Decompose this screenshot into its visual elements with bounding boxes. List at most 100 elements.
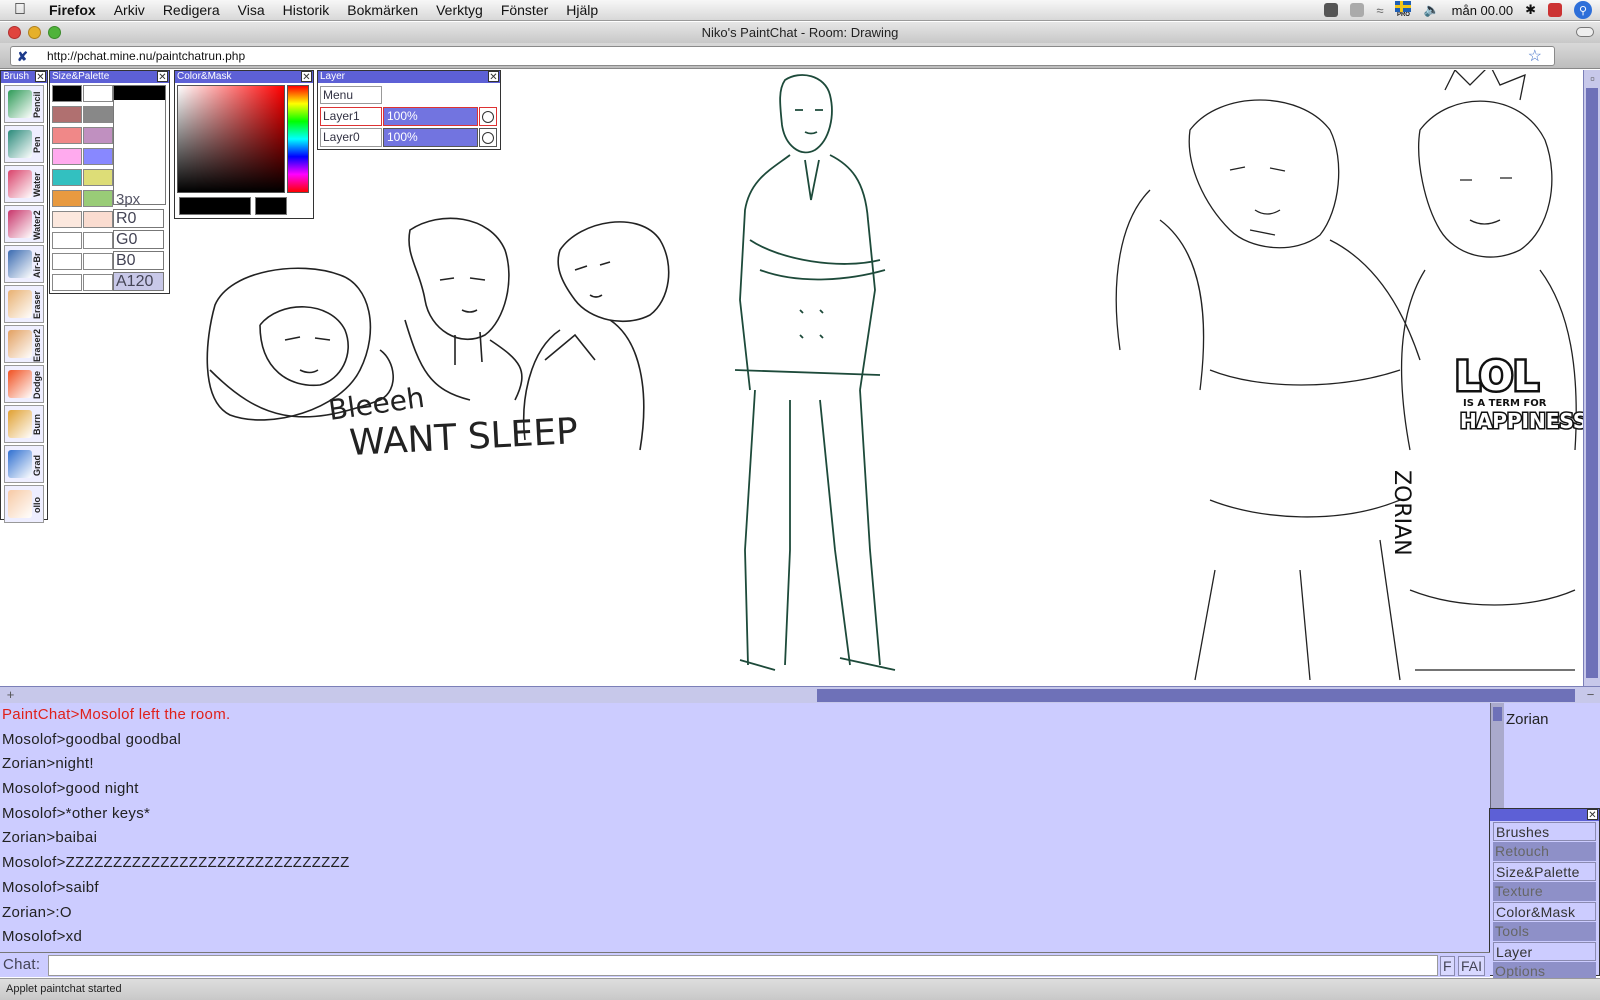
window-toggle-texture[interactable]: Texture xyxy=(1493,882,1596,901)
monitor-icon[interactable] xyxy=(1350,3,1365,17)
brush-air-br[interactable]: Air-Br xyxy=(4,245,44,283)
green-value-field[interactable]: G0 xyxy=(113,230,164,249)
spotlight-search-icon[interactable]: ⚲ xyxy=(1574,1,1592,19)
window-toggle-tools[interactable]: Tools xyxy=(1493,922,1596,941)
layer-visibility-toggle-layer0[interactable] xyxy=(479,128,497,147)
layer-name-layer0[interactable]: Layer0 xyxy=(320,128,382,147)
window-toggle-color-mask[interactable]: Color&Mask xyxy=(1493,902,1596,921)
brush-pencil[interactable]: Pencil xyxy=(4,85,44,123)
toolbar-toggle-button[interactable] xyxy=(1576,27,1594,37)
brush-size-preview[interactable] xyxy=(113,85,166,205)
palette-swatch[interactable] xyxy=(52,232,82,249)
brush-eraser2[interactable]: Eraser2 xyxy=(4,325,44,363)
palette-swatch[interactable] xyxy=(83,211,113,228)
zoom-window-button[interactable] xyxy=(48,26,61,39)
user-list-item[interactable]: Zorian xyxy=(1506,711,1549,728)
chat-f-button[interactable]: F xyxy=(1440,956,1455,976)
current-color-swatch[interactable] xyxy=(179,197,251,215)
palette-swatch[interactable] xyxy=(52,148,82,165)
window-toggle-retouch[interactable]: Retouch xyxy=(1493,842,1596,861)
canvas-horizontal-scrollbar[interactable]: + − xyxy=(0,686,1600,703)
palette-swatch[interactable] xyxy=(83,169,113,186)
size-palette-panel-header[interactable]: Size&Palette ✕ xyxy=(50,71,169,83)
red-value-field[interactable]: R0 xyxy=(113,209,164,228)
vertical-scroll-thumb[interactable] xyxy=(1586,88,1598,678)
apple-menu-icon[interactable]:  xyxy=(0,1,40,19)
scroll-up-icon[interactable]: ▫ xyxy=(1585,72,1600,85)
chat-log[interactable]: PaintChat>Mosolof left the room. Mosolof>… xyxy=(0,703,1490,952)
window-toggle-brushes[interactable]: Brushes xyxy=(1493,822,1596,841)
volume-icon[interactable]: 🔈 xyxy=(1423,2,1439,18)
layer-menu-button[interactable]: Menu xyxy=(320,86,382,104)
bluetooth-icon[interactable]: ✱ xyxy=(1525,2,1536,18)
brush-ollo[interactable]: ollo xyxy=(4,485,44,523)
color-mask-panel-header[interactable]: Color&Mask ✕ xyxy=(175,71,313,83)
menubar-clock[interactable]: mån 00.00 xyxy=(1452,3,1513,18)
palette-swatch[interactable] xyxy=(52,274,82,291)
brush-pen[interactable]: Pen xyxy=(4,125,44,163)
alpha-value-field[interactable]: A120 xyxy=(113,272,164,291)
shield-icon[interactable] xyxy=(1548,3,1562,17)
palette-swatch[interactable] xyxy=(83,190,113,207)
menu-item-fonster[interactable]: Fönster xyxy=(492,2,557,18)
palette-swatch[interactable] xyxy=(52,190,82,207)
brush-grad[interactable]: Grad xyxy=(4,445,44,483)
menu-item-bokmarken[interactable]: Bokmärken xyxy=(338,2,427,18)
wifi-icon[interactable]: ≈ xyxy=(1376,3,1383,18)
window-toggle-panel-header[interactable]: ✕ xyxy=(1490,809,1599,821)
minimize-window-button[interactable] xyxy=(28,26,41,39)
brush-water2[interactable]: Water2 xyxy=(4,205,44,243)
menu-item-historik[interactable]: Historik xyxy=(274,2,339,18)
palette-swatch[interactable] xyxy=(83,127,113,144)
layer-panel-header[interactable]: Layer ✕ xyxy=(318,71,500,83)
address-bar[interactable]: ✘ http://pchat.mine.nu/paintchatrun.php … xyxy=(10,46,1555,66)
palette-swatch[interactable] xyxy=(83,274,113,291)
user-list-scrollbar[interactable] xyxy=(1491,703,1504,810)
layer-name-layer1[interactable]: Layer1 xyxy=(320,107,382,126)
canvas-vertical-scrollbar[interactable]: ▫ xyxy=(1583,70,1600,686)
menu-app-firefox[interactable]: Firefox xyxy=(40,2,105,18)
layer-visibility-toggle-layer1[interactable] xyxy=(479,107,497,126)
mask-color-swatch[interactable] xyxy=(255,197,287,215)
brush-dodge[interactable]: Dodge xyxy=(4,365,44,403)
brush-panel-header[interactable]: Brush ✕ xyxy=(1,71,47,83)
zoom-out-icon[interactable]: − xyxy=(1583,688,1598,701)
palette-swatch[interactable] xyxy=(83,232,113,249)
brush-panel-close-button[interactable]: ✕ xyxy=(35,71,46,83)
palette-swatch[interactable] xyxy=(52,127,82,144)
horizontal-scroll-thumb[interactable] xyxy=(817,689,1575,702)
palette-swatch[interactable] xyxy=(52,85,82,102)
menu-item-arkiv[interactable]: Arkiv xyxy=(105,2,154,18)
window-toggle-close-button[interactable]: ✕ xyxy=(1587,809,1598,821)
chat-input[interactable] xyxy=(48,955,1438,976)
robot-icon[interactable] xyxy=(1324,3,1339,17)
saturation-value-picker[interactable] xyxy=(177,85,285,193)
drawing-canvas[interactable]: Bleeeh WANT SLEEP LOL IS A TERM FOR HAPP… xyxy=(0,70,1583,686)
size-palette-close-button[interactable]: ✕ xyxy=(157,71,168,83)
layer-opacity-layer0[interactable]: 100% xyxy=(383,128,478,147)
brush-water[interactable]: Water xyxy=(4,165,44,203)
palette-swatch[interactable] xyxy=(83,106,113,123)
layer-opacity-layer1[interactable]: 100% xyxy=(383,107,478,126)
palette-swatch[interactable] xyxy=(52,253,82,270)
brush-eraser[interactable]: Eraser xyxy=(4,285,44,323)
zoom-in-icon[interactable]: + xyxy=(3,688,18,701)
chat-fail-button[interactable]: FAI xyxy=(1458,956,1486,976)
palette-swatch[interactable] xyxy=(52,169,82,186)
window-toggle-size-palette[interactable]: Size&Palette xyxy=(1493,862,1596,881)
color-mask-close-button[interactable]: ✕ xyxy=(301,71,312,83)
layer-panel-close-button[interactable]: ✕ xyxy=(488,71,499,83)
menu-item-visa[interactable]: Visa xyxy=(229,2,274,18)
input-language-flag[interactable]: PRO xyxy=(1395,1,1412,19)
bookmark-star-icon[interactable]: ☆ xyxy=(1528,48,1542,66)
menu-item-redigera[interactable]: Redigera xyxy=(154,2,229,18)
brush-burn[interactable]: Burn xyxy=(4,405,44,443)
menu-item-verktyg[interactable]: Verktyg xyxy=(427,2,492,18)
blue-value-field[interactable]: B0 xyxy=(113,251,164,270)
window-toggle-layer[interactable]: Layer xyxy=(1493,942,1596,961)
palette-swatch[interactable] xyxy=(52,211,82,228)
hue-slider[interactable] xyxy=(287,85,309,193)
palette-swatch[interactable] xyxy=(52,106,82,123)
palette-swatch[interactable] xyxy=(83,148,113,165)
close-window-button[interactable] xyxy=(8,26,21,39)
